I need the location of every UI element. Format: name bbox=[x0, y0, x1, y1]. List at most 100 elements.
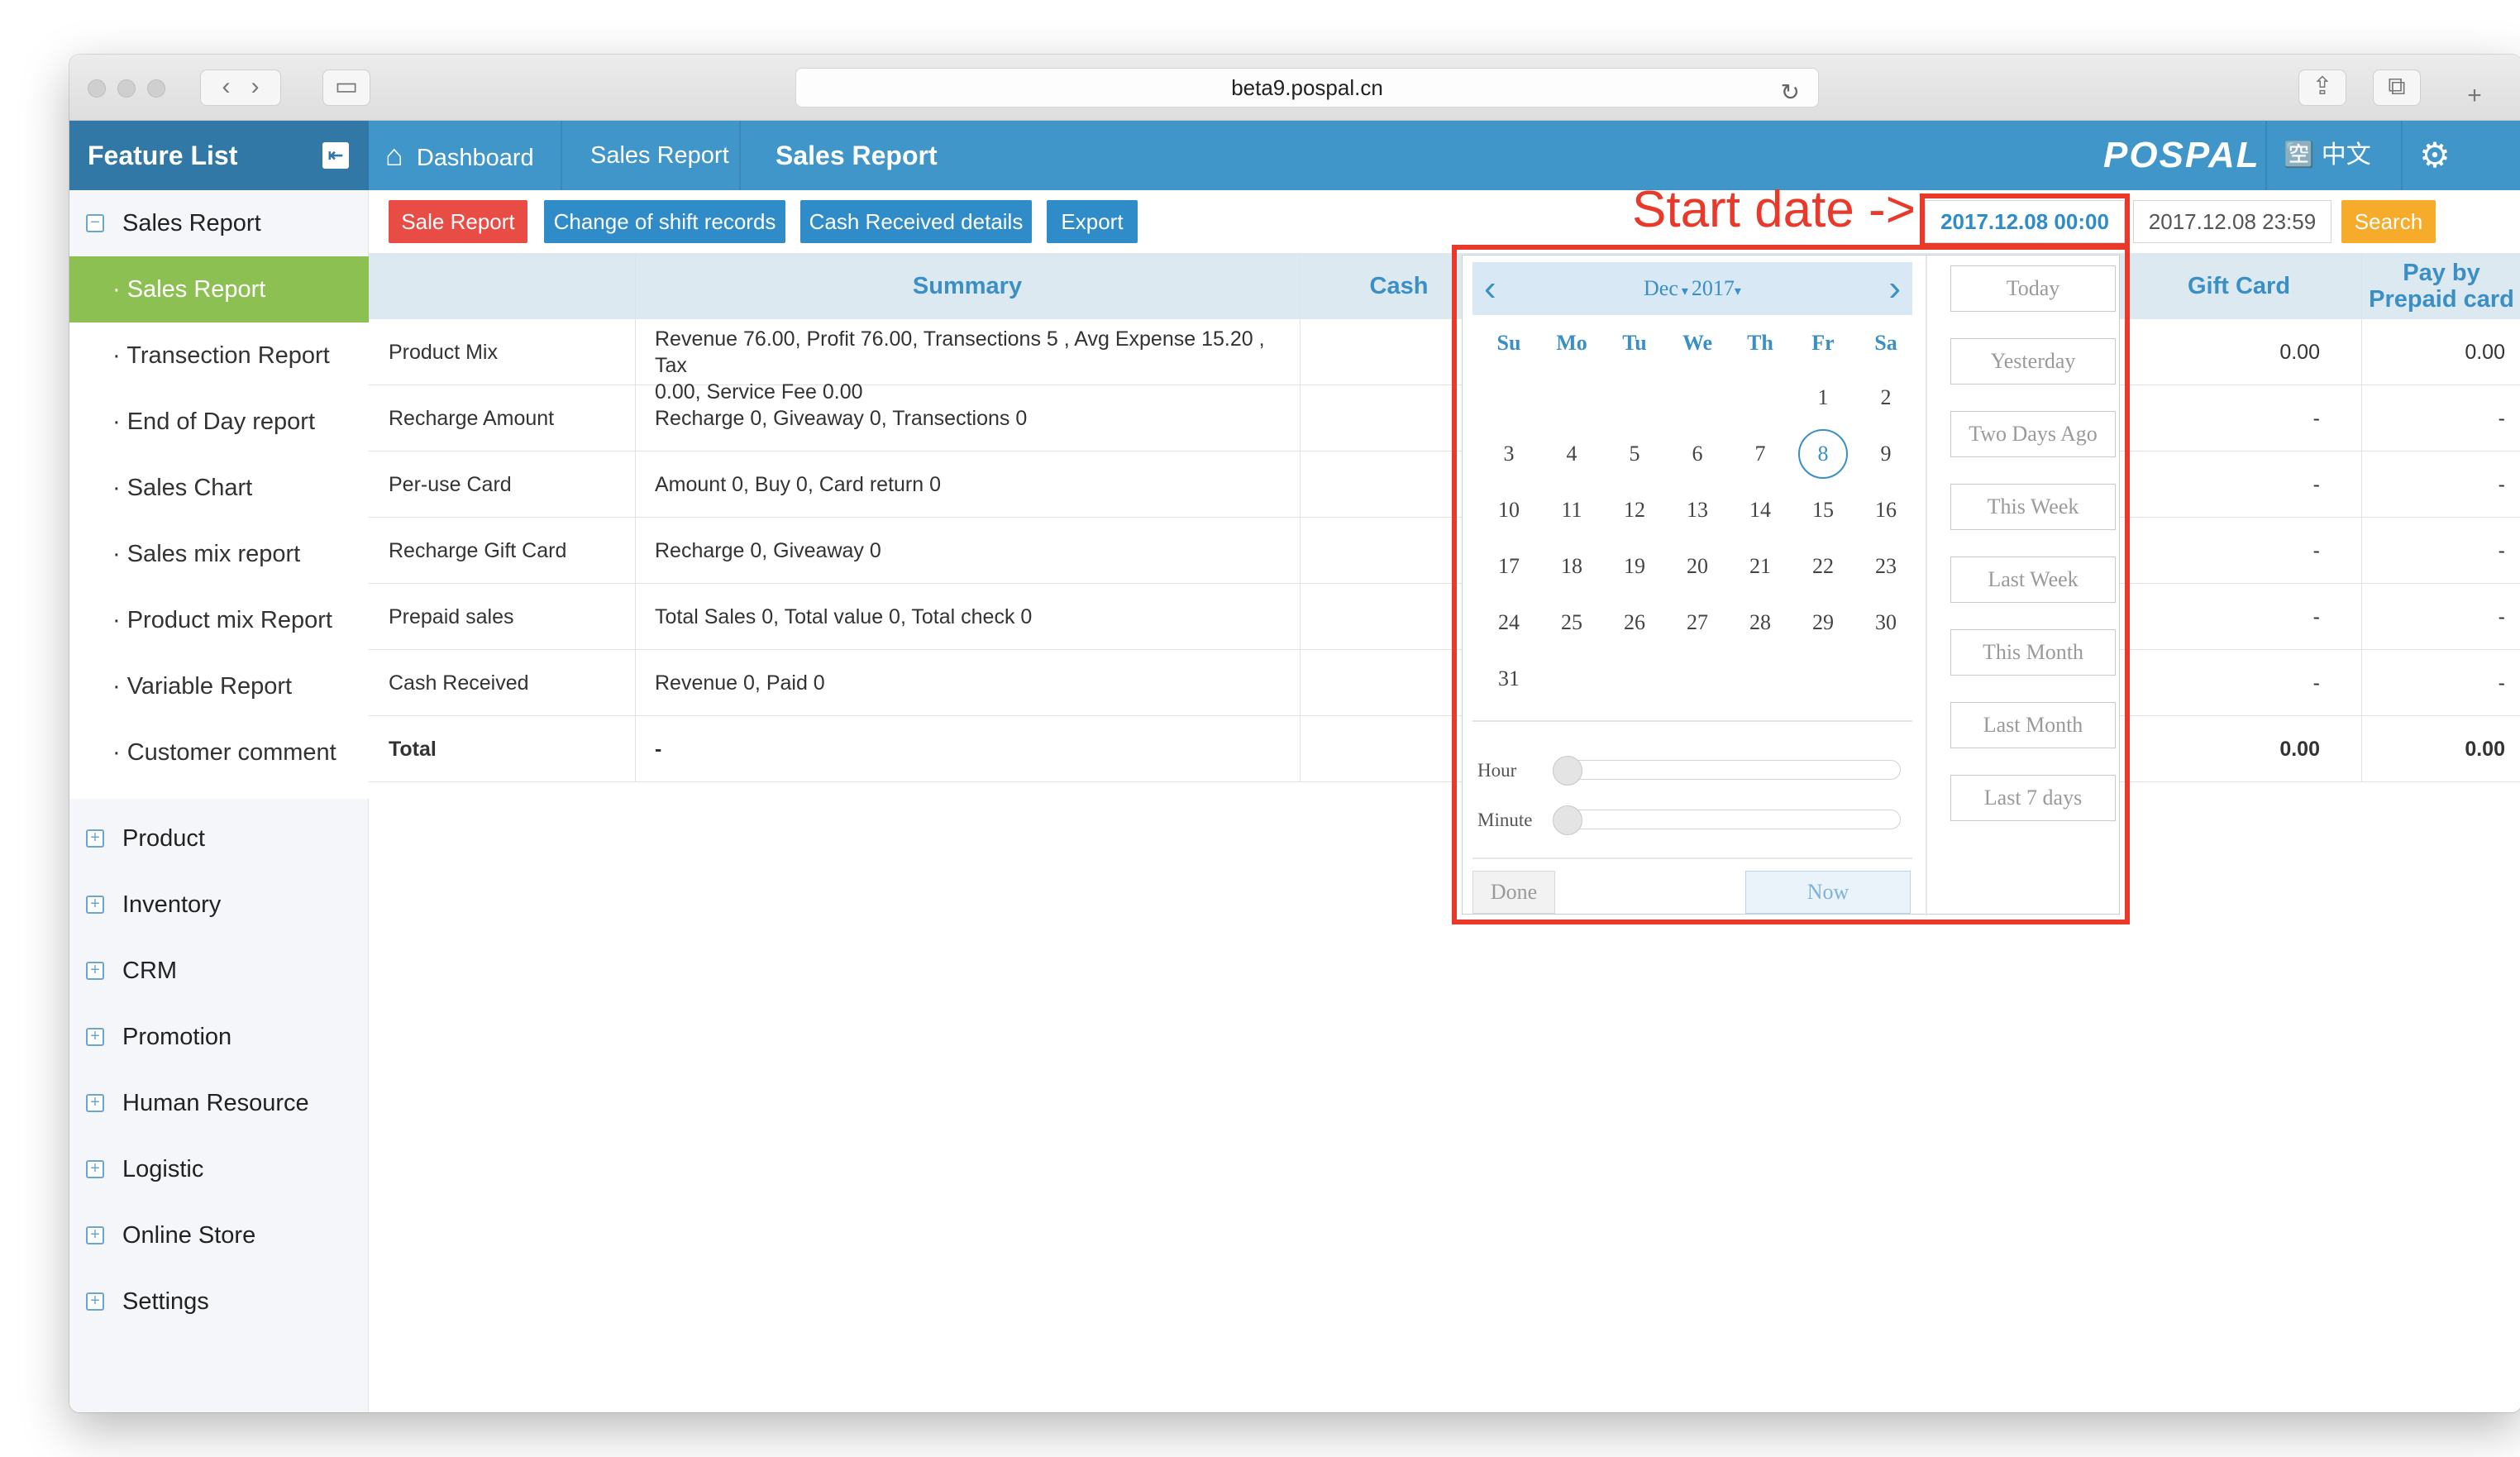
plus-square-icon[interactable]: + bbox=[86, 1094, 104, 1112]
row-summary: Amount 0, Buy 0, Card return 0 bbox=[655, 473, 942, 496]
sidebar-group-label: Product bbox=[122, 825, 205, 852]
minimize-window-icon[interactable] bbox=[117, 79, 136, 98]
row-gift-card: - bbox=[2312, 539, 2320, 562]
sidebar-group-product[interactable]: + Product bbox=[69, 805, 369, 872]
close-window-icon[interactable] bbox=[88, 79, 106, 98]
row-gift-card: - bbox=[2312, 671, 2320, 695]
row-name: Total bbox=[389, 738, 437, 761]
start-date-highlight bbox=[1920, 193, 2130, 248]
sidebar-item-sales-mix-report[interactable]: · Sales mix report bbox=[69, 521, 369, 587]
breadcrumb-label: Dashboard bbox=[416, 145, 534, 171]
sidebar-item-end-of-day-report[interactable]: · End of Day report bbox=[69, 389, 369, 455]
sidebar-group-label: Human Resource bbox=[122, 1090, 309, 1116]
row-summary: Recharge 0, Giveaway 0, Transections 0 bbox=[655, 407, 1028, 430]
table-header: Summary Cash Gift Card Pay by Prepaid ca… bbox=[369, 253, 2520, 319]
row-prepaid: - bbox=[2498, 605, 2505, 628]
row-gift-card: - bbox=[2312, 407, 2320, 430]
address-bar[interactable]: beta9.pospal.cn ↻ bbox=[795, 68, 1819, 107]
sidebar-item-variable-report[interactable]: · Variable Report bbox=[69, 653, 369, 719]
summary-line: Revenue 76.00, Profit 76.00, Transection… bbox=[655, 327, 1265, 377]
shift-records-button[interactable]: Change of shift records bbox=[544, 200, 785, 243]
sidebar-item-label: Sales Chart bbox=[126, 475, 253, 501]
row-name: Cash Received bbox=[389, 671, 529, 695]
row-summary: Revenue 76.00, Profit 76.00, Transection… bbox=[655, 319, 1300, 404]
sidebar-item-label: Sales Report bbox=[126, 276, 266, 303]
sidebar-group-logistic[interactable]: + Logistic bbox=[69, 1136, 369, 1202]
row-name: Recharge Amount bbox=[389, 407, 555, 430]
table-row: Recharge Amount Recharge 0, Giveaway 0, … bbox=[369, 385, 2520, 451]
plus-square-icon[interactable]: + bbox=[86, 896, 104, 914]
end-date-input[interactable]: 2017.12.08 23:59 bbox=[2133, 200, 2331, 243]
sidebar-item-label: Product mix Report bbox=[126, 607, 332, 633]
language-switch[interactable]: 🈳 中文 bbox=[2265, 121, 2381, 190]
share-icon[interactable]: ⇪ bbox=[2298, 69, 2346, 106]
back-icon[interactable]: ‹ bbox=[222, 73, 230, 100]
column-header-summary: Summary bbox=[912, 273, 1023, 299]
sidebar-group-inventory[interactable]: + Inventory bbox=[69, 872, 369, 938]
plus-square-icon[interactable]: + bbox=[86, 1226, 104, 1244]
row-gift-card: - bbox=[2312, 605, 2320, 628]
plus-square-icon[interactable]: + bbox=[86, 1028, 104, 1046]
sidebar-item-label: Customer comment bbox=[126, 739, 336, 766]
browser-window: ‹ › ▭ beta9.pospal.cn ↻ ⇪ ⧉ + Feature Li… bbox=[69, 55, 2520, 1412]
breadcrumb-dashboard[interactable]: ⌂ Dashboard bbox=[385, 121, 534, 190]
forward-icon[interactable]: › bbox=[251, 73, 260, 100]
row-name: Recharge Gift Card bbox=[389, 539, 567, 562]
sidebar-group-online-store[interactable]: + Online Store bbox=[69, 1202, 369, 1268]
row-name: Prepaid sales bbox=[389, 605, 514, 628]
feature-list-header: Feature List ⇤ bbox=[69, 121, 369, 190]
sidebar-group-label: Sales Report bbox=[122, 210, 261, 236]
breadcrumb-divider bbox=[561, 121, 562, 190]
row-prepaid: 0.00 bbox=[2465, 341, 2505, 364]
breadcrumb-divider bbox=[739, 121, 741, 190]
row-gift-card: 0.00 bbox=[2279, 341, 2320, 364]
new-tab-icon[interactable]: + bbox=[2451, 79, 2499, 116]
cash-received-button[interactable]: Cash Received details bbox=[800, 200, 1032, 243]
sidebar-group-crm[interactable]: + CRM bbox=[69, 938, 369, 1004]
sidebar-group-settings[interactable]: + Settings bbox=[69, 1268, 369, 1335]
sidebar-group-label: Settings bbox=[122, 1288, 209, 1315]
sidebar-item-customer-comment[interactable]: · Customer comment bbox=[69, 719, 369, 786]
tabs-overview-icon[interactable]: ⧉ bbox=[2373, 69, 2421, 106]
search-button[interactable]: Search bbox=[2341, 200, 2436, 243]
gear-icon[interactable]: ⚙ bbox=[2401, 121, 2467, 190]
row-gift-card: - bbox=[2312, 473, 2320, 496]
language-label: 中文 bbox=[2321, 141, 2371, 169]
start-date-annotation: Start date -> bbox=[1632, 181, 1916, 238]
plus-square-icon[interactable]: + bbox=[86, 829, 104, 848]
sidebar-group-sales-report[interactable]: − Sales Report bbox=[69, 190, 369, 256]
zoom-window-icon[interactable] bbox=[147, 79, 165, 98]
row-name: Per-use Card bbox=[389, 473, 512, 496]
plus-square-icon[interactable]: + bbox=[86, 1160, 104, 1178]
sidebar-item-transection-report[interactable]: · Transection Report bbox=[69, 322, 369, 389]
reload-icon[interactable]: ↻ bbox=[1781, 74, 1800, 112]
sidebar-group-label: CRM bbox=[122, 958, 178, 984]
sidebar-item-product-mix-report[interactable]: · Product mix Report bbox=[69, 587, 369, 653]
table-row-total: Total - 0.00 0.00 bbox=[369, 716, 2520, 782]
plus-square-icon[interactable]: + bbox=[86, 1292, 104, 1311]
sidebar-toggle-icon[interactable]: ▭ bbox=[322, 69, 370, 106]
row-gift-card: 0.00 bbox=[2279, 738, 2320, 761]
translate-icon: 🈳 bbox=[2284, 141, 2315, 169]
sale-report-button[interactable]: Sale Report bbox=[389, 200, 527, 243]
collapse-sidebar-icon[interactable]: ⇤ bbox=[322, 142, 349, 169]
sidebar-item-sales-chart[interactable]: · Sales Chart bbox=[69, 455, 369, 521]
feature-list-title: Feature List bbox=[88, 141, 238, 170]
sidebar-group-promotion[interactable]: + Promotion bbox=[69, 1004, 369, 1070]
sidebar: − Sales Report · Sales Report · Transect… bbox=[69, 190, 369, 1412]
sidebar-item-sales-report[interactable]: · Sales Report bbox=[69, 256, 369, 322]
breadcrumb-sales-report[interactable]: Sales Report bbox=[590, 121, 729, 190]
back-forward-buttons[interactable]: ‹ › bbox=[200, 69, 281, 106]
export-button[interactable]: Export bbox=[1047, 200, 1138, 243]
app-header: Feature List ⇤ ⌂ Dashboard Sales Report … bbox=[69, 121, 2520, 190]
table-row: Recharge Gift Card Recharge 0, Giveaway … bbox=[369, 518, 2520, 584]
plus-square-icon[interactable]: + bbox=[86, 962, 104, 980]
page-title: Sales Report bbox=[776, 141, 938, 170]
row-prepaid: - bbox=[2498, 539, 2505, 562]
sidebar-group-human-resource[interactable]: + Human Resource bbox=[69, 1070, 369, 1136]
sidebar-group-label: Logistic bbox=[122, 1156, 204, 1182]
row-prepaid: - bbox=[2498, 407, 2505, 430]
column-header-prepaid: Pay by Prepaid card bbox=[2369, 260, 2514, 313]
table-row: Prepaid sales Total Sales 0, Total value… bbox=[369, 584, 2520, 650]
minus-square-icon[interactable]: − bbox=[86, 214, 104, 232]
